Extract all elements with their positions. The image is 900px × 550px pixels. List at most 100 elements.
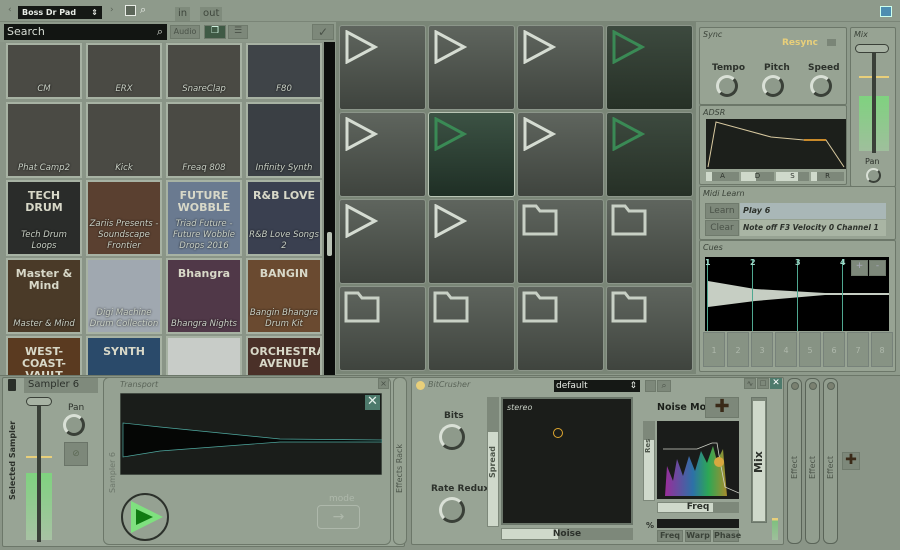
browser-tile[interactable]: Freaq 808 — [166, 102, 242, 178]
menu-icon[interactable] — [880, 6, 892, 17]
sampler-pan-knob[interactable] — [63, 414, 85, 436]
power-icon[interactable] — [416, 381, 425, 390]
remove-cue-button[interactable]: - — [869, 260, 886, 276]
pan-knob[interactable] — [866, 168, 881, 183]
sample-pad[interactable] — [428, 25, 515, 110]
prev-preset-icon[interactable]: ‹ — [8, 5, 12, 15]
cue-trigger-button[interactable]: 4 — [775, 332, 797, 367]
next-preset-icon[interactable]: › — [110, 5, 114, 15]
fx-preset-select[interactable]: default ⇕ — [554, 380, 640, 392]
mod-amount-slider[interactable] — [657, 519, 739, 528]
sample-pad[interactable] — [339, 112, 426, 197]
fx-save-icon[interactable] — [645, 380, 656, 392]
sample-pad[interactable] — [517, 286, 604, 371]
sample-pad[interactable] — [606, 25, 693, 110]
effect-power-icon[interactable] — [791, 382, 799, 390]
confirm-button[interactable]: ✓ — [312, 24, 334, 40]
lock-icon[interactable] — [827, 39, 836, 46]
cue-trigger-button[interactable]: 5 — [799, 332, 821, 367]
audio-tab[interactable]: Audio — [170, 25, 200, 39]
mode-button[interactable]: → — [317, 505, 360, 529]
mod-tab[interactable]: Freq — [657, 530, 683, 542]
adsr-param-slider[interactable]: A — [706, 172, 739, 181]
effect-power-icon[interactable] — [827, 382, 835, 390]
mix-fader-track[interactable] — [872, 48, 876, 153]
tempo-knob[interactable] — [716, 75, 738, 97]
adsr-envelope-graph[interactable] — [706, 119, 846, 169]
output-button[interactable]: out — [200, 7, 223, 21]
browser-tile[interactable]: Infinity Synth — [246, 102, 322, 178]
add-mod-button[interactable]: ✚ — [705, 397, 739, 418]
browser-tile[interactable]: BANGIN Bangin Bhangra Drum Kit — [246, 258, 322, 334]
input-button[interactable]: in — [175, 7, 191, 21]
adsr-param-slider[interactable]: R — [811, 172, 844, 181]
sample-pad[interactable] — [428, 199, 515, 284]
sample-pad[interactable] — [606, 112, 693, 197]
browser-tile[interactable]: Master & Mind Master & Mind — [6, 258, 82, 334]
adsr-param-slider[interactable]: S — [776, 172, 809, 181]
play-button[interactable] — [121, 493, 169, 541]
browser-tile[interactable]: Digi Machine Drum Collection — [86, 258, 162, 334]
cue-trigger-button[interactable]: 8 — [871, 332, 893, 367]
cue-marker-line[interactable] — [797, 259, 798, 331]
fx-search-icon[interactable]: ⌕ — [657, 380, 671, 392]
sample-pad[interactable] — [606, 286, 693, 371]
sampler-fader-handle[interactable] — [26, 397, 52, 406]
sample-pad[interactable] — [517, 199, 604, 284]
sample-pad[interactable] — [339, 286, 426, 371]
clear-sample-button[interactable]: ✕ — [365, 395, 380, 410]
speed-knob[interactable] — [810, 75, 832, 97]
mod-tab[interactable]: Warp — [685, 530, 711, 542]
resync-button[interactable]: Resync — [782, 38, 818, 48]
browser-scrollbar[interactable] — [324, 42, 335, 375]
close-transport-button[interactable]: × — [378, 378, 389, 389]
res-slider[interactable] — [643, 421, 655, 501]
mute-button[interactable]: ⊘ — [64, 442, 88, 466]
clear-button[interactable]: Clear — [705, 220, 739, 236]
sample-pad[interactable] — [428, 112, 515, 197]
scroll-thumb[interactable] — [327, 232, 332, 256]
cue-trigger-button[interactable]: 6 — [823, 332, 845, 367]
browser-tile[interactable]: Phat Camp2 — [6, 102, 82, 178]
cue-marker-line[interactable] — [842, 259, 843, 331]
sample-pad[interactable] — [339, 199, 426, 284]
browser-tile[interactable]: CM — [6, 43, 82, 99]
browser-tile[interactable]: SnareClap — [166, 43, 242, 99]
cue-trigger-button[interactable]: 3 — [751, 332, 773, 367]
browser-tile[interactable]: FUTURE WOBBLE Triad Future - Future Wobbl… — [166, 180, 242, 256]
sample-pad[interactable] — [428, 286, 515, 371]
xy-handle[interactable] — [553, 428, 563, 438]
effect-power-icon[interactable] — [809, 382, 817, 390]
effect-slot[interactable]: Effect — [823, 378, 838, 544]
browser-tile[interactable]: TECH DRUM Tech Drum Loops — [6, 180, 82, 256]
browser-tile[interactable]: Kick — [86, 102, 162, 178]
sample-waveform[interactable] — [120, 393, 382, 475]
cue-trigger-button[interactable]: 2 — [727, 332, 749, 367]
list-view-button[interactable]: ☰ — [228, 25, 248, 39]
save-icon[interactable] — [125, 5, 136, 16]
cue-marker-line[interactable] — [707, 259, 708, 331]
effect-slot[interactable]: Effect — [805, 378, 820, 544]
browser-tile[interactable]: ERX — [86, 43, 162, 99]
sampler-fader-track[interactable] — [37, 400, 41, 542]
cue-marker-line[interactable] — [752, 259, 753, 331]
browser-tile[interactable] — [166, 336, 242, 375]
browser-tile[interactable]: R&B LOVE R&B Love Songs 2 — [246, 180, 322, 256]
effect-slot[interactable]: Effect — [787, 378, 802, 544]
sample-pad[interactable] — [517, 112, 604, 197]
add-cue-button[interactable]: + — [851, 260, 868, 276]
browser-tile[interactable]: SYNTH — [86, 336, 162, 375]
browser-tile[interactable]: ORCHESTRA AVENUE — [246, 336, 322, 375]
stereo-xy-pad[interactable]: stereo — [501, 397, 633, 525]
noise-spectrum-graph[interactable] — [657, 421, 739, 499]
adsr-param-slider[interactable]: D — [741, 172, 774, 181]
sample-pad[interactable] — [517, 25, 604, 110]
search-input[interactable]: Search ⌕ — [4, 24, 167, 40]
cue-trigger-button[interactable]: 1 — [703, 332, 725, 367]
cue-trigger-button[interactable]: 7 — [847, 332, 869, 367]
add-effect-button[interactable]: ✚ — [842, 452, 860, 470]
browser-tile[interactable]: Bhangra Bhangra Nights — [166, 258, 242, 334]
learn-button[interactable]: Learn — [705, 203, 739, 219]
rate-redux-knob[interactable] — [439, 497, 465, 523]
browser-tile[interactable]: F80 — [246, 43, 322, 99]
